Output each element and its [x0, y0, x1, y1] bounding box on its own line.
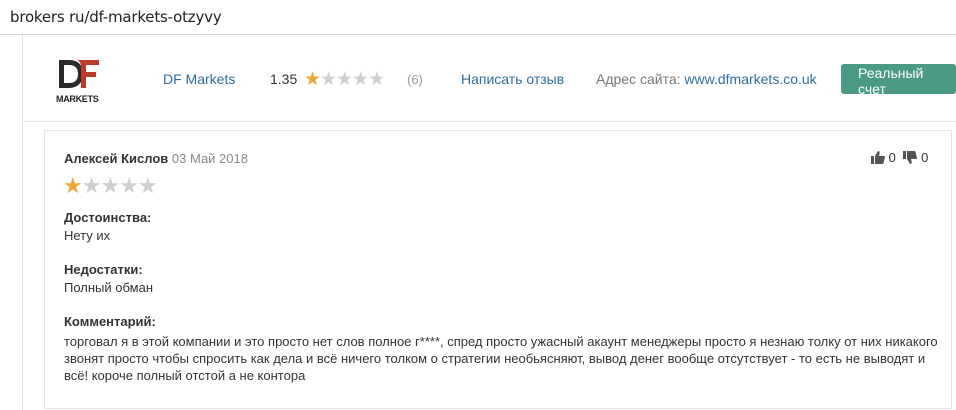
write-review-link[interactable]: Написать отзыв [461, 71, 564, 87]
star-filled-icon: ★ [63, 173, 83, 198]
author-name: Алексей Кислов [64, 151, 169, 166]
cons-title: Недостатки: [64, 262, 143, 277]
rating-count: (6) [407, 72, 423, 87]
dislike-count: 0 [921, 150, 929, 165]
thumbs-up-icon [871, 151, 885, 164]
star-empty-icon: ★ [100, 173, 120, 198]
rating-value: 1.35 [270, 71, 298, 87]
comment-title: Комментарий: [64, 314, 156, 329]
rating-stars: ★★★★★ [304, 68, 385, 91]
star-empty-icon: ★ [368, 69, 385, 90]
star-empty-icon: ★ [119, 173, 139, 198]
star-empty-icon: ★ [336, 69, 353, 90]
dislike-button[interactable]: 0 [903, 150, 928, 165]
review-votes: 0 0 [867, 150, 928, 165]
site-address: Адрес сайта: www.dfmarkets.co.uk [596, 71, 817, 87]
broker-name-link[interactable]: DF Markets [163, 71, 235, 87]
thumbs-down-icon [903, 151, 918, 164]
star-filled-icon: ★ [304, 69, 321, 90]
url-text[interactable]: brokers ru/df-markets-otzyvy [10, 8, 222, 26]
logo-text: MARKETS [56, 94, 99, 104]
review-date: 03 Май 2018 [171, 151, 248, 166]
star-empty-icon: ★ [352, 69, 369, 90]
site-url-link[interactable]: www.dfmarkets.co.uk [684, 71, 816, 87]
pros-title: Достоинства: [64, 210, 152, 225]
comment-text: торговал я в этой компании и это просто … [64, 334, 938, 383]
real-account-button[interactable]: Реальный счет [841, 64, 956, 97]
address-bar[interactable]: brokers ru/df-markets-otzyvy [0, 0, 956, 35]
like-button[interactable]: 0 [871, 150, 896, 165]
review-author: Алексей Кислов 03 Май 2018 [64, 151, 248, 166]
site-label: Адрес сайта: [596, 71, 681, 87]
star-empty-icon: ★ [320, 69, 337, 90]
star-empty-icon: ★ [137, 173, 158, 198]
star-empty-icon: ★ [81, 173, 102, 198]
pros-text: Нету их [64, 228, 111, 243]
cons-text: Полный обман [64, 280, 154, 295]
review-stars: ★★★★★ [63, 173, 158, 199]
like-count: 0 [888, 150, 896, 165]
